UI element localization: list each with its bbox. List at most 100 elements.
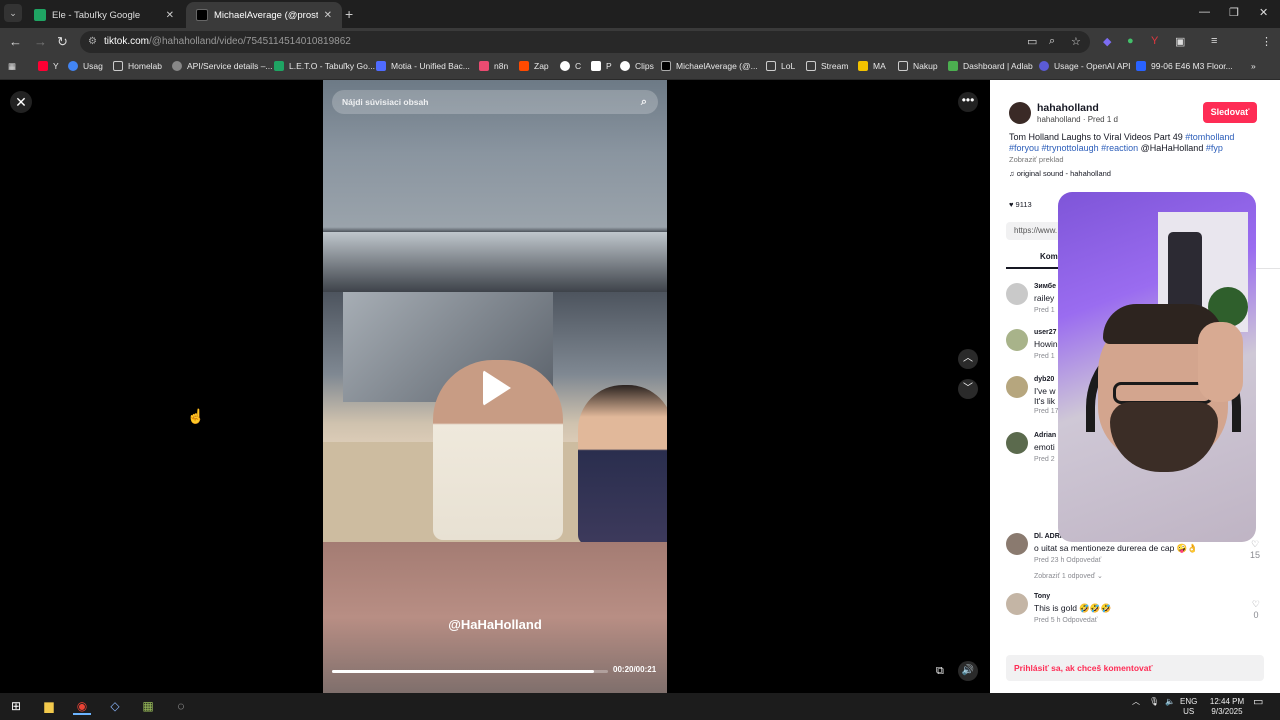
close-icon[interactable]: ✕	[166, 10, 174, 21]
menu-dots-icon[interactable]: ⋮	[1261, 35, 1272, 48]
bookmark-michaelaverage[interactable]: MichaelAverage (@...	[661, 61, 758, 71]
bookmark-homelab[interactable]: Homelab	[113, 61, 162, 71]
post-description: Tom Holland Laughs to Viral Videos Part …	[1009, 132, 1264, 154]
bookmark-y[interactable]: Y	[38, 61, 59, 71]
tiktok-icon	[196, 9, 208, 21]
play-icon[interactable]	[483, 370, 511, 406]
clock[interactable]: 12:44 PM 9/3/2025	[1204, 697, 1250, 717]
comment-author[interactable]: Tony	[1034, 593, 1050, 600]
windows-start-icon[interactable]: ⊞	[7, 697, 25, 715]
post-username[interactable]: hahaholland	[1037, 102, 1099, 114]
hashtag-link[interactable]: #fyp	[1206, 143, 1223, 153]
comment-like[interactable]: ♡ 15	[1250, 539, 1260, 560]
comment-author[interactable]: dyb20	[1034, 376, 1054, 383]
media-control-icon[interactable]: ≡	[1211, 35, 1217, 47]
tab-sheets[interactable]: Ele - Tabuľky Google ✕	[24, 2, 184, 28]
view-replies-link[interactable]: Zobraziť 1 odpoveď ⌄	[1034, 572, 1103, 580]
bookmark-star-icon[interactable]: ☆	[1071, 35, 1081, 48]
chrome-icon[interactable]: ◉	[73, 697, 91, 715]
hashtag-link[interactable]: #foryou	[1009, 143, 1039, 153]
extension-icon[interactable]: Y	[1151, 35, 1158, 47]
tab-tiktok[interactable]: MichaelAverage (@prosteavera... ✕	[186, 2, 342, 28]
microphone-icon[interactable]: 🎙	[1149, 697, 1159, 707]
tray-overflow-icon[interactable]: ︿	[1132, 697, 1140, 707]
avatar[interactable]	[1006, 329, 1028, 351]
app-icon[interactable]: ▦	[139, 697, 157, 715]
bookmark-stream[interactable]: Stream	[806, 61, 848, 71]
extension-icon[interactable]: ◆	[1103, 35, 1111, 48]
bookmark-adlab[interactable]: Dashboard | Adlab	[948, 61, 1033, 71]
folder-icon	[898, 61, 908, 71]
bookmark-e46[interactable]: 99-06 E46 M3 Floor...	[1136, 61, 1233, 71]
bookmark-c[interactable]: C	[560, 61, 581, 71]
avatar[interactable]	[1006, 376, 1028, 398]
video-player[interactable]: Nájdi súvisiaci obsah ⌕ @HaHaHolland 00:…	[323, 80, 667, 693]
comment-author[interactable]: Adrian	[1034, 432, 1056, 439]
sound-link[interactable]: ♫ original sound - hahaholland	[1009, 169, 1111, 178]
avatar[interactable]	[1006, 533, 1028, 555]
new-tab-button[interactable]: +	[345, 6, 353, 22]
avatar[interactable]	[1006, 593, 1028, 615]
app-icon[interactable]: ◇	[106, 697, 124, 715]
mention-link[interactable]: @HaHaHolland	[1141, 143, 1204, 153]
bookmark-openai[interactable]: Usage - OpenAI API	[1039, 61, 1131, 71]
picture-in-picture-icon[interactable]: ⧉	[936, 665, 944, 678]
site-info-icon[interactable]: ⚙	[88, 31, 97, 53]
zapier-icon	[519, 61, 529, 71]
bookmark-ma[interactable]: MA	[858, 61, 886, 71]
forward-button[interactable]: →	[34, 34, 47, 49]
bookmark-n8n[interactable]: n8n	[479, 61, 508, 71]
video-progress-bar[interactable]	[332, 670, 608, 673]
bookmark-nakup[interactable]: Nakup	[898, 61, 938, 71]
zoom-icon[interactable]: ⌕	[1049, 35, 1055, 48]
close-video-button[interactable]: ✕	[10, 91, 32, 113]
apps-grid-icon[interactable]: ▦	[8, 61, 16, 72]
comment-like[interactable]: ♡ 0	[1252, 599, 1260, 620]
bookmark-api[interactable]: API/Service details –...	[172, 61, 273, 71]
back-button[interactable]: ←	[9, 34, 22, 49]
window-close-button[interactable]: ✕	[1259, 6, 1268, 19]
tab-search-button[interactable]: ⌄	[4, 4, 22, 22]
obs-icon[interactable]: ◌	[172, 697, 190, 715]
hashtag-link[interactable]: #reaction	[1101, 143, 1138, 153]
avatar[interactable]	[1009, 102, 1031, 124]
minimize-button[interactable]: —	[1199, 6, 1210, 18]
close-icon[interactable]: ✕	[324, 10, 332, 21]
bookmark-lol[interactable]: LoL	[766, 61, 795, 71]
comment-author[interactable]: Зимбе	[1034, 283, 1056, 290]
volume-icon[interactable]: 🔊	[958, 661, 978, 681]
bookmark-p[interactable]: P	[591, 61, 612, 71]
extensions-puzzle-icon[interactable]: ▣	[1175, 35, 1185, 48]
like-count[interactable]: ♥ 9113	[1009, 200, 1032, 209]
video-timecode: 00:20/00:21	[613, 665, 657, 674]
language-indicator[interactable]: ENG US	[1180, 697, 1197, 717]
notifications-icon[interactable]: ▭	[1253, 697, 1263, 708]
file-explorer-icon[interactable]: ▆	[40, 697, 58, 715]
extension-icon[interactable]: ●	[1127, 35, 1134, 47]
login-to-comment-button[interactable]: Prihlásiť sa, ak chceš komentovať	[1006, 655, 1264, 681]
reload-button[interactable]: ↻	[57, 34, 68, 50]
comment-meta: Pred 17	[1034, 408, 1059, 415]
volume-icon[interactable]: 🔈	[1165, 697, 1175, 707]
related-search-input[interactable]: Nájdi súvisiaci obsah ⌕	[332, 90, 658, 114]
comment-author[interactable]: user27	[1034, 329, 1057, 336]
bookmark-leto[interactable]: L.E.T.O - Tabuľky Go...	[274, 61, 375, 71]
address-bar[interactable]: ⚙ tiktok.com/@hahaholland/video/75451145…	[80, 31, 1090, 53]
previous-video-button[interactable]: ︿	[958, 349, 978, 369]
hashtag-link[interactable]: #tomholland	[1185, 132, 1234, 142]
bookmark-clips[interactable]: Clips	[620, 61, 654, 71]
bookmark-usag[interactable]: Usag	[68, 61, 103, 71]
search-icon[interactable]: ⌕	[632, 90, 656, 114]
hashtag-link[interactable]: #trynottolaugh	[1042, 143, 1099, 153]
translate-link[interactable]: Zobraziť preklad	[1009, 155, 1064, 164]
more-bookmarks-icon[interactable]: »	[1251, 61, 1256, 71]
avatar[interactable]	[1006, 283, 1028, 305]
more-options-button[interactable]: •••	[958, 92, 978, 112]
restore-button[interactable]: ❐	[1229, 6, 1239, 19]
install-icon[interactable]: ▭	[1027, 35, 1037, 48]
follow-button[interactable]: Sledovať	[1203, 102, 1257, 123]
avatar[interactable]	[1006, 432, 1028, 454]
bookmark-motia[interactable]: Motia - Unified Bac...	[376, 61, 470, 71]
next-video-button[interactable]: ﹀	[958, 379, 978, 399]
bookmark-zap[interactable]: Zap	[519, 61, 549, 71]
